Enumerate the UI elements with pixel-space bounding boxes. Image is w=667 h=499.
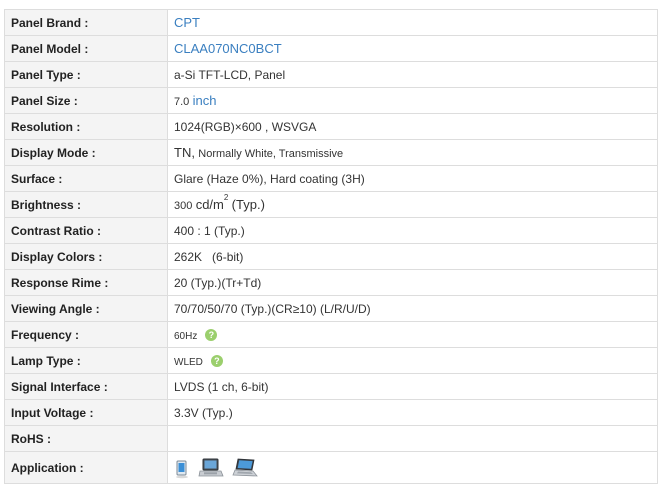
spec-label: Lamp Type : bbox=[4, 347, 168, 374]
brightness-value: 300 bbox=[174, 200, 193, 212]
frequency-value: 60Hz bbox=[174, 330, 198, 342]
spec-label: Signal Interface : bbox=[4, 373, 168, 400]
table-row: Brightness : 300 cd/m2 (Typ.) bbox=[4, 191, 658, 218]
spec-value: Glare (Haze 0%), Hard coating (3H) bbox=[167, 165, 658, 192]
spec-value: 1024(RGB)×600 , WSVGA bbox=[167, 113, 658, 140]
panel-size-value: 7.0 bbox=[174, 96, 190, 108]
table-row: Frequency : 60Hz? bbox=[4, 321, 658, 348]
spec-table: Panel Brand : CPT Panel Model : CLAA070N… bbox=[4, 9, 658, 484]
brightness-suffix: (Typ.) bbox=[231, 197, 265, 212]
lamp-type-value: WLED bbox=[174, 356, 203, 368]
table-row: Input Voltage : 3.3V (Typ.) bbox=[4, 399, 658, 426]
spec-value: 262K (6-bit) bbox=[167, 243, 658, 270]
table-row: Contrast Ratio : 400 : 1 (Typ.) bbox=[4, 217, 658, 244]
table-row: Resolution : 1024(RGB)×600 , WSVGA bbox=[4, 113, 658, 140]
table-row: Application : bbox=[4, 451, 658, 484]
brightness-unit-exponent: 2 bbox=[223, 193, 229, 202]
spec-label: Input Voltage : bbox=[4, 399, 168, 426]
spec-value: TN, Normally White, Transmissive bbox=[167, 139, 658, 166]
table-row: Viewing Angle : 70/70/50/70 (Typ.)(CR≥10… bbox=[4, 295, 658, 322]
panel-model-link[interactable]: CLAA070NC0BCT bbox=[174, 41, 282, 56]
spec-value: 7.0 inch bbox=[167, 87, 658, 114]
spec-label: Panel Size : bbox=[4, 87, 168, 114]
netbook-icon[interactable] bbox=[198, 457, 224, 479]
spec-label: Display Colors : bbox=[4, 243, 168, 270]
panel-brand-link[interactable]: CPT bbox=[174, 15, 200, 30]
table-row: RoHS : bbox=[4, 425, 658, 452]
spec-label: Resolution : bbox=[4, 113, 168, 140]
help-icon[interactable]: ? bbox=[210, 355, 223, 368]
spec-label: Panel Brand : bbox=[4, 9, 168, 36]
spec-label: Surface : bbox=[4, 165, 168, 192]
spec-value: 3.3V (Typ.) bbox=[167, 399, 658, 426]
spec-value: 300 cd/m2 (Typ.) bbox=[167, 191, 658, 218]
spec-value: 20 (Typ.)(Tr+Td) bbox=[167, 269, 658, 296]
spec-label: Response Rime : bbox=[4, 269, 168, 296]
spec-label: Brightness : bbox=[4, 191, 168, 218]
table-row: Panel Type : a-Si TFT-LCD, Panel bbox=[4, 61, 658, 88]
tablet-icon[interactable] bbox=[174, 459, 190, 479]
spec-value: CPT bbox=[167, 9, 658, 36]
laptop-icon[interactable] bbox=[232, 457, 258, 479]
help-icon[interactable]: ? bbox=[205, 329, 218, 342]
spec-value: CLAA070NC0BCT bbox=[167, 35, 658, 62]
spec-label: Contrast Ratio : bbox=[4, 217, 168, 244]
spec-value bbox=[167, 425, 658, 452]
table-row: Display Colors : 262K (6-bit) bbox=[4, 243, 658, 270]
display-mode-rest: Normally White, Transmissive bbox=[198, 148, 344, 160]
spec-value: a-Si TFT-LCD, Panel bbox=[167, 61, 658, 88]
spec-label: Viewing Angle : bbox=[4, 295, 168, 322]
table-row: Surface : Glare (Haze 0%), Hard coating … bbox=[4, 165, 658, 192]
spec-label: Panel Type : bbox=[4, 61, 168, 88]
table-row: Signal Interface : LVDS (1 ch, 6-bit) bbox=[4, 373, 658, 400]
spec-value: WLED? bbox=[167, 347, 658, 374]
spec-value bbox=[167, 451, 658, 484]
display-mode-main: TN, bbox=[174, 145, 195, 160]
table-row: Response Rime : 20 (Typ.)(Tr+Td) bbox=[4, 269, 658, 296]
application-icons bbox=[174, 457, 258, 479]
spec-label: Frequency : bbox=[4, 321, 168, 348]
spec-label: RoHS : bbox=[4, 425, 168, 452]
brightness-unit: cd/m bbox=[195, 197, 224, 212]
panel-size-unit-link[interactable]: inch bbox=[193, 93, 217, 108]
spec-value: 70/70/50/70 (Typ.)(CR≥10) (L/R/U/D) bbox=[167, 295, 658, 322]
spec-label: Display Mode : bbox=[4, 139, 168, 166]
spec-value: 60Hz? bbox=[167, 321, 658, 348]
table-row: Panel Model : CLAA070NC0BCT bbox=[4, 35, 658, 62]
spec-label: Application : bbox=[4, 451, 168, 484]
spec-value: 400 : 1 (Typ.) bbox=[167, 217, 658, 244]
table-row: Panel Brand : CPT bbox=[4, 9, 658, 36]
table-row: Display Mode : TN, Normally White, Trans… bbox=[4, 139, 658, 166]
spec-value: LVDS (1 ch, 6-bit) bbox=[167, 373, 658, 400]
table-row: Panel Size : 7.0 inch bbox=[4, 87, 658, 114]
spec-label: Panel Model : bbox=[4, 35, 168, 62]
table-row: Lamp Type : WLED? bbox=[4, 347, 658, 374]
